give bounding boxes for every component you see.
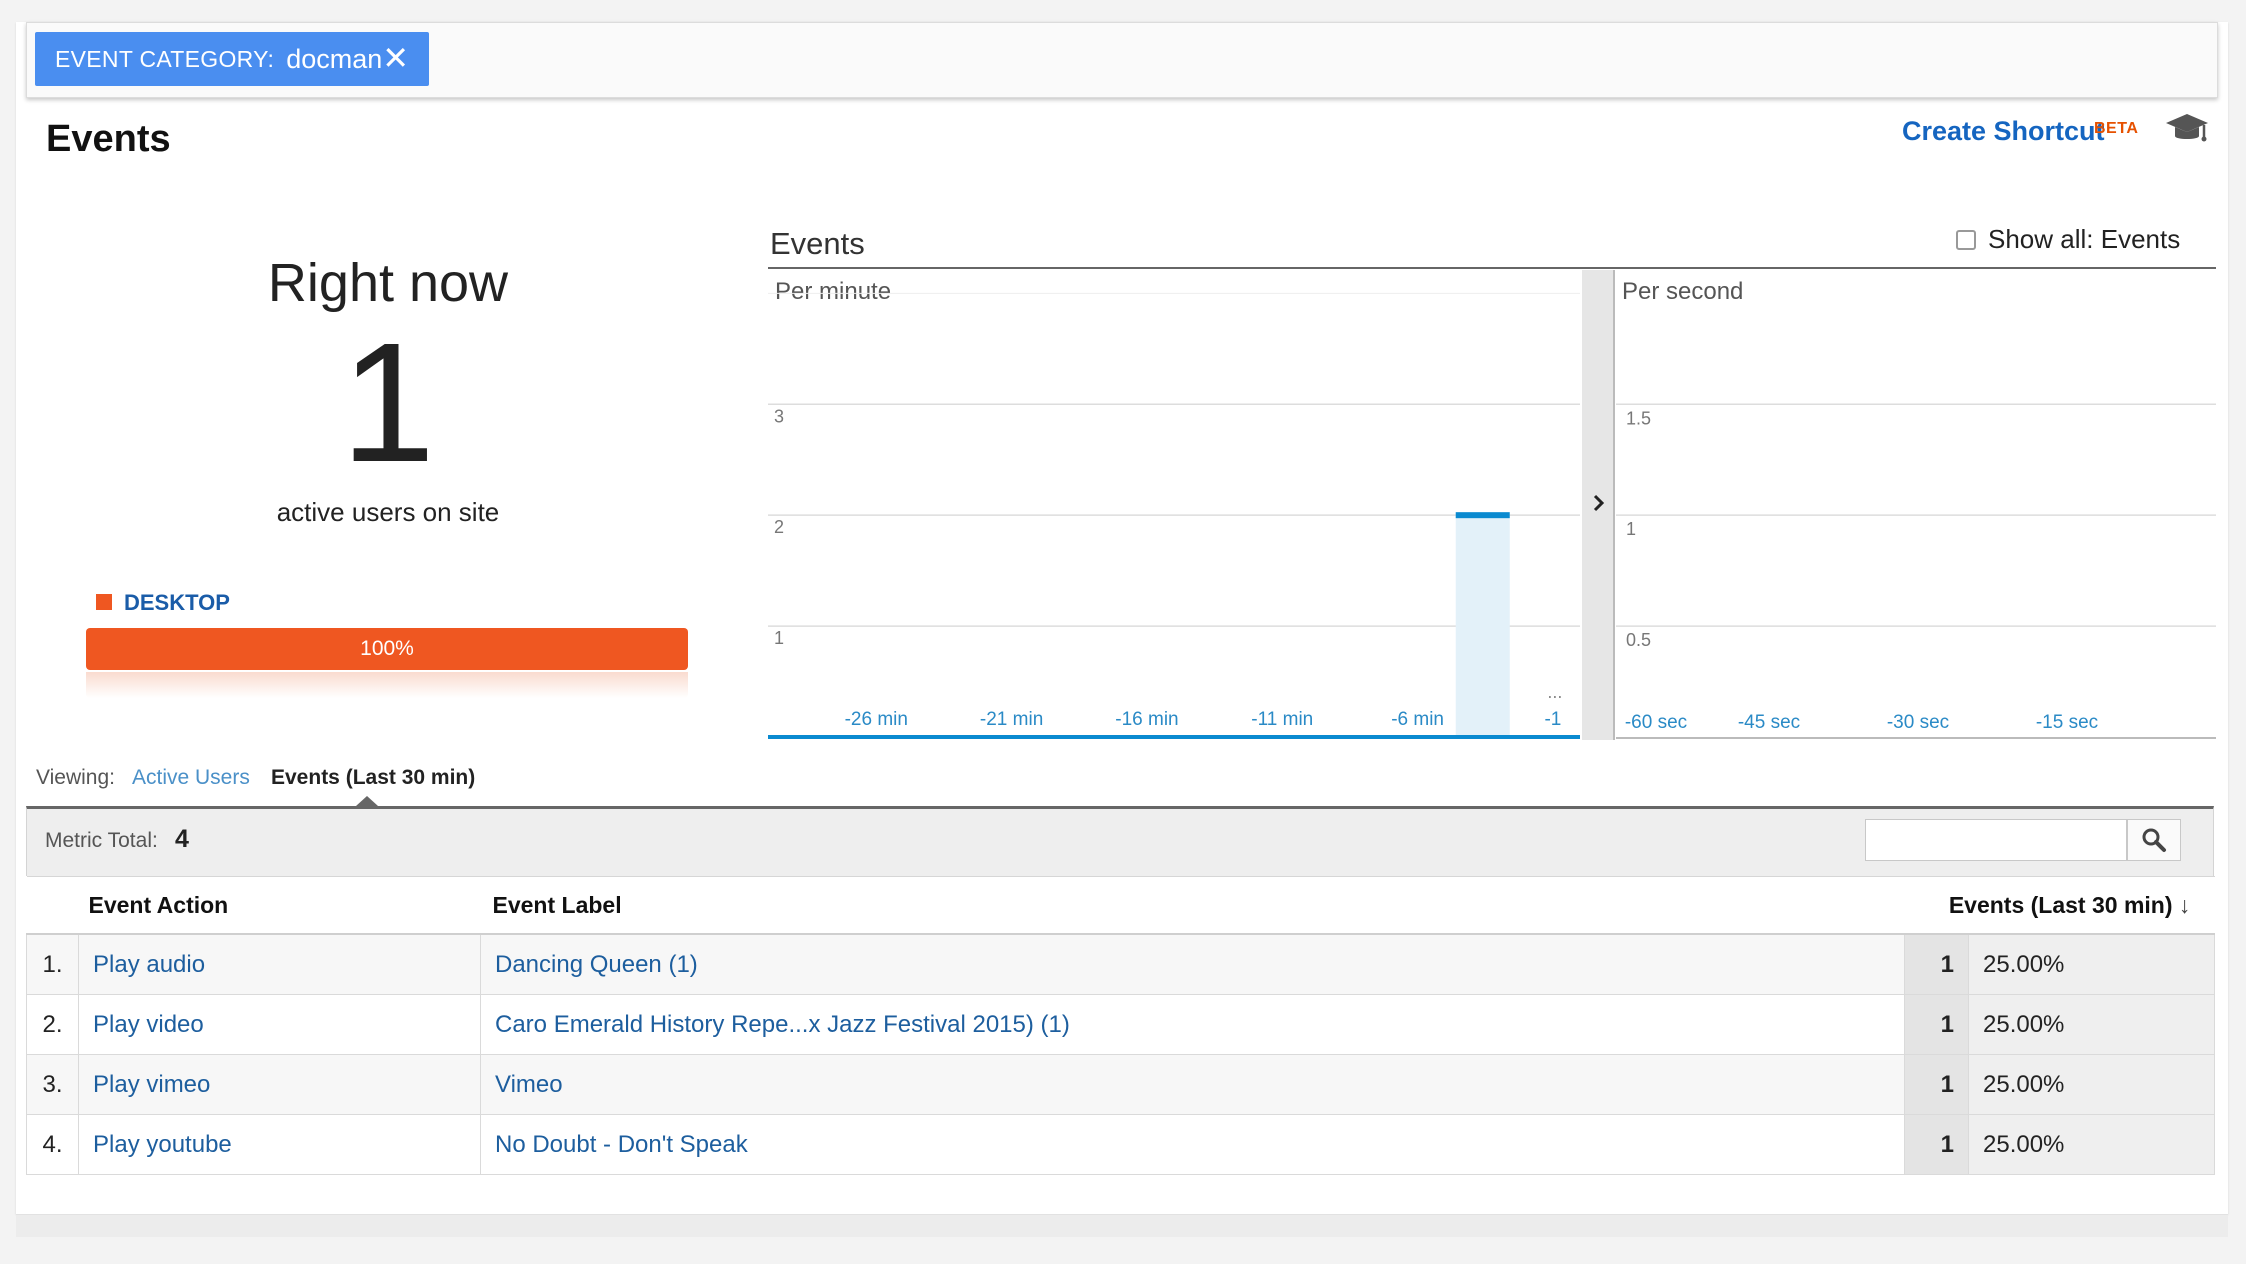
y-tick-label: 1 [774, 628, 784, 648]
right-now-label: Right now [267, 253, 509, 313]
selected-view-caret [356, 796, 378, 806]
y-tick-label: 3 [774, 406, 784, 426]
x-tick-label: -21 min [980, 709, 1043, 730]
row-index: 3. [26, 1054, 79, 1115]
event-percent: 25.00% [1968, 1054, 2215, 1115]
event-label-link[interactable]: No Doubt - Don't Speak [480, 1114, 1905, 1175]
search-icon [2142, 828, 2166, 852]
y-tick-label: 0.5 [1626, 630, 1651, 650]
x-tick-ellipsis: ... [1547, 682, 1562, 702]
column-header-event-label[interactable]: Event Label [480, 876, 1905, 935]
event-action-link[interactable]: Play audio [78, 933, 481, 995]
per-minute-y-ticks: 1 2 3 [774, 406, 784, 648]
per-second-x-ticks: -60 sec -45 sec -30 sec -15 sec [1625, 712, 2098, 733]
metric-total-bar: Metric Total: 4 [26, 806, 2214, 876]
column-header-events-label: Events (Last 30 min) [1948, 891, 2173, 918]
beta-badge: BETA [2094, 120, 2139, 137]
x-tick-label: -11 min [1251, 709, 1313, 730]
event-action-link[interactable]: Play youtube [78, 1114, 481, 1175]
page-title: Events [46, 118, 171, 160]
bottom-strip [16, 1214, 2228, 1237]
event-label-link[interactable]: Caro Emerald History Repe...x Jazz Festi… [480, 994, 1905, 1055]
y-tick-label: 1 [1626, 519, 1636, 539]
event-count: 1 [1904, 1054, 1969, 1115]
desktop-share-bar: 100% [86, 628, 688, 670]
per-second-gridlines [1616, 403, 2216, 627]
create-shortcut-link[interactable]: Create Shortcut [1902, 116, 2105, 147]
row-index: 1. [26, 933, 79, 995]
show-all-toggle[interactable]: Show all: Events [1956, 224, 2180, 255]
show-all-checkbox[interactable] [1956, 229, 1976, 250]
event-label-link[interactable]: Dancing Queen (1) [480, 933, 1905, 995]
table-row: 4. Play youtube No Doubt - Don't Speak 1… [26, 1114, 2215, 1175]
per-minute-x-ticks: -26 min -21 min -16 min -11 min -6 min -1... [845, 682, 1563, 730]
event-count: 1 [1904, 994, 1969, 1055]
x-tick-label: -1 [1544, 709, 1561, 730]
metric-total-label: Metric Total: [45, 829, 158, 852]
event-percent: 25.00% [1968, 994, 2215, 1055]
row-index: 2. [26, 994, 79, 1055]
desktop-legend-swatch [96, 594, 112, 610]
event-bar-cap [1455, 512, 1510, 519]
show-all-label: Show all: Events [1988, 224, 2181, 254]
table-row: 2. Play video Caro Emerald History Repe.… [26, 994, 2215, 1055]
row-index: 4. [26, 1114, 79, 1175]
events-timeline-chart: Per minute Per second -26 min -21 min -16 … [768, 267, 2216, 740]
event-action-link[interactable]: Play video [78, 994, 481, 1055]
y-tick-label: 2 [774, 517, 784, 537]
x-tick-label: -16 min [1115, 709, 1178, 730]
filter-value: docman [286, 43, 383, 74]
x-tick-label: -26 min [845, 709, 908, 730]
table-row: 3. Play vimeo Vimeo 1 25.00% [26, 1054, 2215, 1115]
table-row: 1. Play audio Dancing Queen (1) 1 25.00% [26, 933, 2215, 995]
filter-bar: EVENT CATEGORY: docman ✕ [26, 22, 2218, 98]
event-count: 1 [1904, 933, 1969, 995]
column-header-events[interactable]: Events (Last 30 min) ↓ [1904, 876, 2215, 935]
viewing-option-active-users[interactable]: Active Users [132, 766, 250, 790]
per-second-y-ticks: 0.5 1 1.5 [1626, 408, 1651, 650]
graduation-cap-icon[interactable] [2164, 110, 2210, 146]
viewing-label: Viewing: [36, 766, 115, 789]
event-category-filter-chip[interactable]: EVENT CATEGORY: docman ✕ [35, 32, 429, 86]
active-users-sublabel: active users on site [276, 497, 500, 527]
per-second-title: Per second [1622, 278, 1743, 305]
table-search-input[interactable] [1865, 819, 2127, 861]
desktop-share-bar-reflection [86, 672, 688, 698]
viewing-option-events[interactable]: Events (Last 30 min) [271, 766, 475, 790]
column-header-event-action[interactable]: Event Action [26, 876, 481, 935]
event-bar [1455, 515, 1510, 737]
table-header-row: Event Action Event Label Events (Last 30… [26, 876, 2215, 935]
event-count: 1 [1904, 1114, 1969, 1175]
filter-key: EVENT CATEGORY: [55, 45, 275, 72]
arrow-down-icon[interactable]: ↓ [2173, 892, 2197, 919]
metric-total-value: 4 [175, 825, 189, 853]
chart-title: Events [770, 226, 865, 261]
event-percent: 25.00% [1968, 933, 2215, 995]
x-tick-label: -60 sec [1625, 712, 1687, 733]
close-icon[interactable]: ✕ [382, 42, 409, 74]
desktop-legend-label[interactable]: DESKTOP [124, 590, 230, 616]
event-label-link[interactable]: Vimeo [480, 1054, 1905, 1115]
active-users-count: 1 [340, 308, 436, 498]
y-tick-label: 1.5 [1626, 408, 1651, 428]
x-tick-label: -45 sec [1738, 712, 1800, 733]
event-percent: 25.00% [1968, 1114, 2215, 1175]
x-tick-label: -15 sec [2036, 712, 2098, 733]
events-table: Event Action Event Label Events (Last 30… [26, 876, 2215, 1175]
table-search-button[interactable] [2127, 819, 2181, 861]
per-minute-bars [1455, 512, 1510, 737]
x-tick-label: -6 min [1391, 709, 1444, 730]
x-tick-label: -30 sec [1887, 712, 1949, 733]
desktop-share-percent: 100% [360, 637, 414, 660]
per-minute-title: Per minute [775, 278, 891, 305]
event-action-link[interactable]: Play vimeo [78, 1054, 481, 1115]
